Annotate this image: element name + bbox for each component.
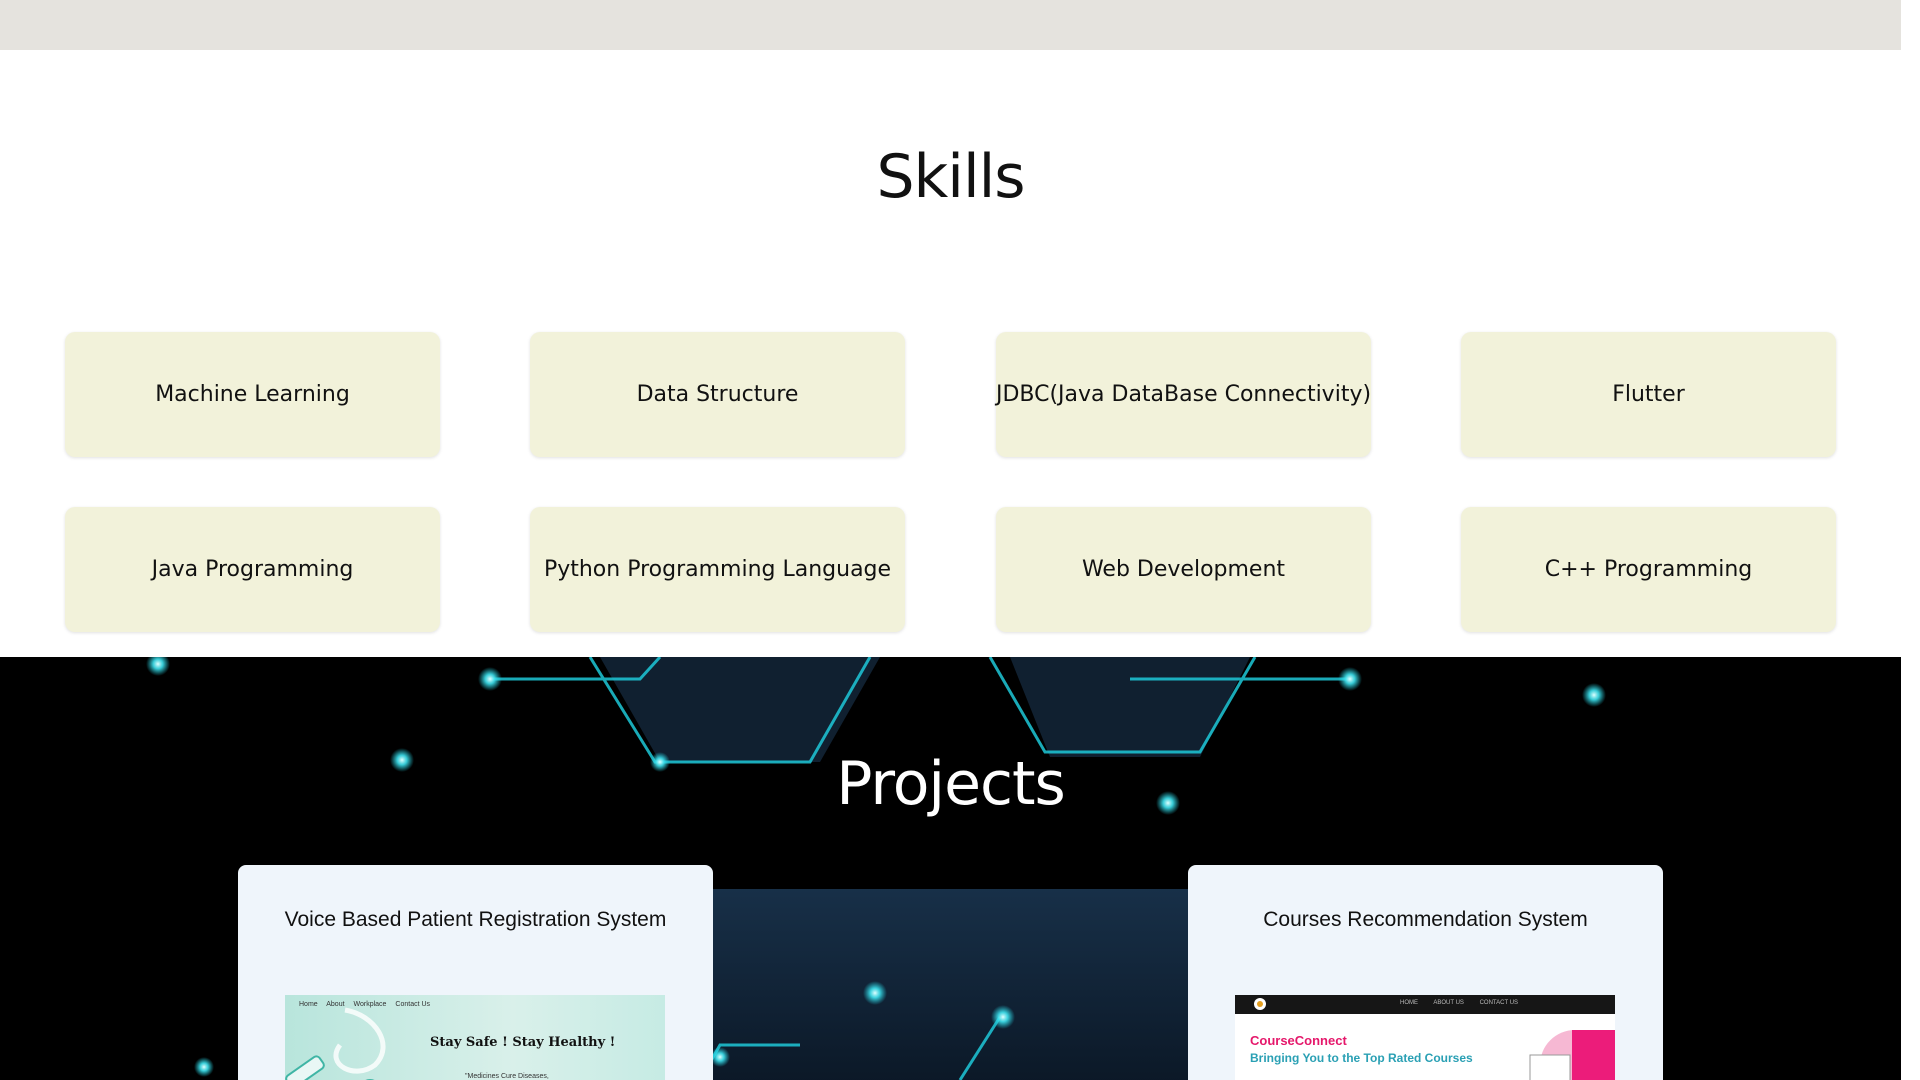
project-thumbnail[interactable]: Home About Workplace Contact Us Stay Saf… — [285, 995, 665, 1080]
skill-card-web-development: Web Development — [996, 507, 1371, 632]
skill-card-data-structure: Data Structure — [530, 332, 905, 457]
skill-card-python-programming: Python Programming Language — [530, 507, 905, 632]
project-card-courses-recommendation[interactable]: Courses Recommendation System HOME ABOUT… — [1188, 865, 1663, 1080]
skill-label: Web Development — [1081, 557, 1286, 582]
skill-card-cpp-programming: C++ Programming — [1461, 507, 1836, 632]
projects-section: Projects Voice Based Patient Registratio… — [0, 657, 1901, 1080]
logo-icon — [1254, 998, 1266, 1010]
skill-card-jdbc: JDBC(Java DataBase Connectivity) — [996, 332, 1371, 457]
illustration-icon — [1529, 1030, 1615, 1080]
skill-card-flutter: Flutter — [1461, 332, 1836, 457]
thumbnail-nav-item: CONTACT US — [1479, 1000, 1519, 1006]
project-title: Voice Based Patient Registration System — [284, 908, 667, 931]
skill-label: Java Programming — [151, 557, 354, 582]
thumbnail-nav-item: HOME — [1400, 1000, 1418, 1006]
skill-label: Machine Learning — [155, 382, 350, 407]
project-card-patient-registration[interactable]: Voice Based Patient Registration System … — [238, 865, 713, 1080]
thumbnail-nav-item: ABOUT US — [1433, 1000, 1464, 1006]
thumbnail-tagline: Bringing You to the Top Rated Courses — [1250, 1051, 1473, 1065]
skill-card-machine-learning: Machine Learning — [65, 332, 440, 457]
projects-heading: Projects — [836, 749, 1066, 819]
skill-card-java-programming: Java Programming — [65, 507, 440, 632]
top-header-strip — [0, 0, 1901, 50]
thumbnail-brand: CourseConnect — [1250, 1033, 1347, 1048]
skills-heading: Skills — [876, 142, 1025, 212]
thumbnail-navbar: HOME ABOUT US CONTACT US — [1235, 995, 1615, 1014]
portfolio-page: Skills Machine Learning Data Structure J… — [0, 0, 1901, 1080]
thumbnail-headline: Stay Safe ! Stay Healthy ! — [430, 1035, 616, 1050]
thumbnail-nav: HOME ABOUT US CONTACT US — [1400, 1000, 1532, 1006]
skill-label: JDBC(Java DataBase Connectivity) — [995, 382, 1372, 407]
stethoscope-icon — [285, 1007, 386, 1080]
skill-label: Python Programming Language — [543, 557, 892, 582]
skill-label: Flutter — [1612, 382, 1685, 407]
skill-label: C++ Programming — [1544, 557, 1753, 582]
skill-label: Data Structure — [636, 382, 799, 407]
skills-section: Skills Machine Learning Data Structure J… — [0, 50, 1901, 657]
project-thumbnail[interactable]: HOME ABOUT US CONTACT US CourseConnect B… — [1235, 995, 1615, 1080]
thumbnail-subtext: "Medicines Cure Diseases, — [465, 1073, 549, 1080]
project-title: Courses Recommendation System — [1263, 908, 1588, 931]
